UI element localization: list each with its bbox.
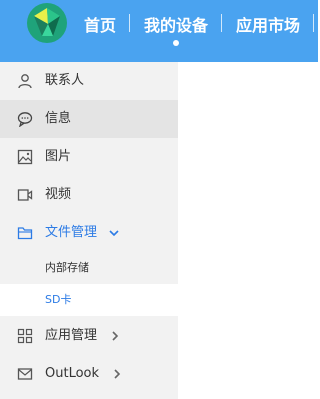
top-bar: 首页 我的设备 应用市场 — [0, 0, 318, 62]
person-icon — [17, 73, 33, 89]
chevron-right-icon — [112, 355, 122, 393]
active-tab-indicator — [173, 40, 179, 46]
sidebar-subitem-label: SD卡 — [45, 293, 72, 306]
nav-my-devices[interactable]: 我的设备 — [144, 14, 208, 38]
sidebar-item-file-manager[interactable]: 文件管理 — [0, 214, 178, 252]
main-content — [178, 62, 318, 399]
sidebar-subitem-label: 内部存储 — [45, 261, 89, 274]
nav-divider — [221, 14, 222, 32]
sidebar-subitem-sd-card[interactable]: SD卡 — [0, 284, 178, 316]
folder-icon — [17, 225, 33, 241]
app-logo-icon[interactable] — [26, 2, 68, 44]
sidebar-item-messages[interactable]: 信息 — [0, 100, 178, 138]
sidebar-item-images[interactable]: 图片 — [0, 138, 178, 176]
sidebar-item-label: 图片 — [45, 149, 72, 164]
sidebar: 联系人 信息 图片 视频 文件管理 内部存储 SD卡 应用管理 OutLook — [0, 62, 178, 399]
image-icon — [17, 149, 33, 165]
mail-icon — [17, 366, 33, 382]
sidebar-item-label: 信息 — [45, 111, 72, 126]
sidebar-item-label: 文件管理 — [45, 225, 98, 240]
sidebar-item-contacts[interactable]: 联系人 — [0, 62, 178, 100]
message-icon — [17, 111, 33, 127]
sidebar-item-label: OutLook — [45, 366, 100, 381]
sidebar-item-label: 应用管理 — [45, 328, 98, 343]
sidebar-item-app-manager[interactable]: 应用管理 — [0, 317, 178, 355]
sidebar-subitem-internal-storage[interactable]: 内部存储 — [0, 252, 178, 284]
sidebar-item-label: 视频 — [45, 187, 72, 202]
apps-grid-icon — [17, 328, 33, 344]
nav-divider — [129, 14, 130, 32]
nav-divider — [313, 14, 314, 32]
nav-home[interactable]: 首页 — [84, 14, 116, 38]
sidebar-item-label: 联系人 — [45, 73, 85, 88]
chevron-down-icon — [108, 214, 120, 252]
nav-app-market[interactable]: 应用市场 — [236, 14, 300, 38]
sidebar-item-videos[interactable]: 视频 — [0, 176, 178, 214]
video-icon — [17, 187, 33, 203]
chevron-right-icon — [110, 317, 120, 355]
sidebar-item-outlook[interactable]: OutLook — [0, 355, 178, 393]
